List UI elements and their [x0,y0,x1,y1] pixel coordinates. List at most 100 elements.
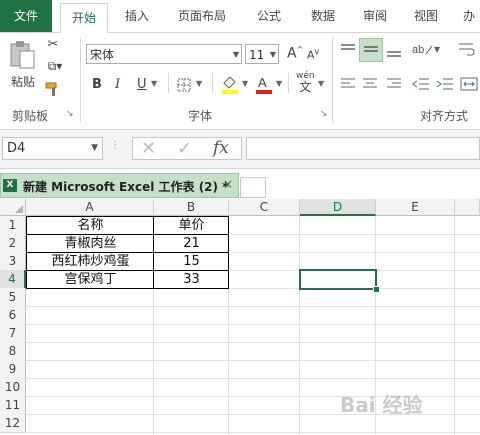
font-name-value: 宋体 [90,48,115,62]
bold-button[interactable]: B [92,77,102,92]
cell-a1[interactable]: 名称 [27,216,154,235]
align-middle-icon[interactable] [359,38,383,62]
paste-icon[interactable] [8,39,38,69]
watermark: Bai 经验 [340,393,423,417]
fill-handle[interactable] [373,286,380,293]
name-box[interactable]: D4 ▼ [2,137,103,160]
column-header-e[interactable]: E [376,199,455,216]
formula-input[interactable] [246,137,480,160]
wrap-text-icon[interactable] [458,41,476,61]
row-header[interactable]: 9 [0,360,26,379]
tab-file[interactable]: 文件 [0,0,52,32]
cell-a2[interactable]: 青椒肉丝 [27,234,154,253]
cell-b4[interactable]: 33 [154,270,229,289]
chevron-down-icon[interactable]: ▼ [276,79,282,88]
workbook-title: 新建 Microsoft Excel 工作表 (2) * [23,180,229,194]
borders-icon[interactable] [177,78,191,96]
copy-icon[interactable]: ⧉▾ [44,59,66,74]
workbook-tab[interactable]: X 新建 Microsoft Excel 工作表 (2) * × [0,173,239,198]
tab-formulas[interactable]: 公式 [246,0,292,32]
ribbon-divider [80,37,81,123]
font-name-combo[interactable]: 宋体 ▼ [86,44,242,64]
align-left-icon[interactable] [340,77,356,95]
chevron-down-icon: ▼ [269,50,276,59]
tab-home[interactable]: 开始 [60,3,108,34]
row-header[interactable]: 5 [0,288,26,307]
ribbon: 粘贴 ✂ ⧉▾ 剪贴板 ↘ 宋体 ▼ 11 ▼ A^ Av B I U ▼ ▼ … [0,33,480,130]
clipboard-launcher-icon[interactable]: ↘ [66,109,74,119]
format-painter-icon[interactable] [44,81,64,101]
align-bottom-icon[interactable] [386,43,402,63]
close-icon[interactable]: × [223,177,233,191]
font-size-combo[interactable]: 11 ▼ [245,44,279,64]
column-header-f[interactable] [455,199,480,216]
row-header[interactable]: 6 [0,306,26,325]
align-top-icon[interactable] [340,43,356,61]
row-header[interactable]: 11 [0,396,26,415]
tab-more[interactable]: 办 [458,0,480,32]
row-header[interactable]: 2 [0,234,26,253]
phonetic-guide-icon: 文 [299,80,312,94]
grow-font-button[interactable]: A^ [287,45,303,62]
decrease-indent-icon[interactable] [412,77,430,95]
svg-text:ab: ab [412,44,424,56]
svg-text:A: A [258,75,267,90]
column-header-d[interactable]: D [300,199,376,216]
shrink-font-button[interactable]: Av [307,47,319,62]
chevron-down-icon: ▼ [91,143,98,153]
shrink-font-label: A [307,48,315,62]
ribbon-divider [288,73,289,93]
row-header[interactable]: 10 [0,378,26,397]
font-color-icon[interactable]: A [254,73,274,99]
cell-a4[interactable]: 宫保鸡丁 [27,270,154,289]
chevron-down-icon[interactable]: ▼ [242,79,248,88]
tab-insert[interactable]: 插入 [114,0,160,32]
orientation-icon[interactable]: ab [412,41,434,61]
cancel-icon[interactable]: ✕ [141,138,156,159]
spreadsheet-grid: A B C D E 1 2 3 4 5 6 7 8 9 10 11 12 名称 … [0,199,480,435]
column-header-a[interactable]: A [26,199,154,216]
grow-font-label: A [287,45,297,62]
formula-buttons: ✕ ✓ fx [132,137,242,160]
column-header-b[interactable]: B [154,199,229,216]
select-all-corner[interactable] [0,199,26,216]
tab-data[interactable]: 数据 [300,0,346,32]
underline-button[interactable]: U [137,77,147,92]
cell-b3[interactable]: 15 [154,252,229,271]
merge-center-icon[interactable] [460,77,478,95]
cell-b2[interactable]: 21 [154,234,229,253]
row-header[interactable]: 3 [0,252,26,271]
chevron-down-icon[interactable]: ▼ [318,79,324,88]
tab-page-layout[interactable]: 页面布局 [168,0,236,32]
font-launcher-icon[interactable]: ↘ [320,109,328,119]
enter-icon[interactable]: ✓ [177,138,192,159]
row-header[interactable]: 7 [0,324,26,343]
column-header-c[interactable]: C [229,199,300,216]
align-right-icon[interactable] [386,77,402,95]
row-header[interactable]: 12 [0,414,26,433]
phonetic-guide-button[interactable]: wén 文 [296,71,315,93]
new-workbook-tab[interactable] [240,177,266,198]
cell-b1[interactable]: 单价 [154,216,229,235]
cell-a3[interactable]: 西红柿炒鸡蛋 [27,252,154,271]
fill-color-icon[interactable] [220,73,240,99]
row-header[interactable]: 1 [0,216,26,235]
italic-button[interactable]: I [115,77,120,92]
tab-review[interactable]: 审阅 [352,0,398,32]
row-header[interactable]: 8 [0,342,26,361]
align-center-icon[interactable] [362,77,378,95]
more-options-icon[interactable]: ⋮ [110,140,120,151]
selected-cell-d4[interactable] [299,269,377,290]
ribbon-divider [168,73,169,93]
formula-bar: D4 ▼ ⋮ ✕ ✓ fx [0,130,480,169]
chevron-down-icon[interactable]: ▼ [151,79,157,88]
tab-view[interactable]: 视图 [406,0,446,32]
cut-icon[interactable]: ✂ [44,37,62,52]
insert-function-button[interactable]: fx [213,138,229,158]
row-header[interactable]: 4 [0,270,26,289]
excel-file-icon: X [3,179,17,192]
chevron-down-icon[interactable]: ▼ [196,79,202,88]
increase-indent-icon[interactable] [436,77,454,95]
chevron-down-icon[interactable]: ▼ [434,45,440,54]
paste-label[interactable]: 粘贴 [8,73,38,90]
